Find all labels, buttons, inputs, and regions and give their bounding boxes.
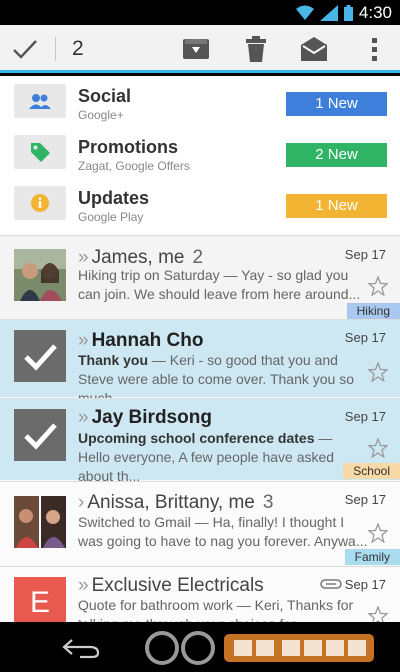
navigation-bar	[0, 622, 400, 672]
category-title: Promotions	[78, 137, 179, 157]
sender-line: › Anissa, Brittany, me 3	[78, 492, 273, 514]
category-title: Social	[78, 86, 132, 106]
email-subject: Hiking trip on Saturday	[78, 267, 220, 283]
important-marker-icon: ›	[78, 492, 85, 513]
tag-icon	[14, 135, 66, 169]
sender-name: James, me	[91, 247, 185, 268]
label-tag: Hiking	[346, 303, 400, 319]
star-icon[interactable]	[368, 523, 388, 543]
avatar[interactable]	[14, 249, 66, 301]
category-subtitle: Google Play	[78, 210, 144, 224]
conversation-row[interactable]: › Anissa, Brittany, me 3 Sep 17 Switched t…	[0, 481, 400, 565]
sender-line: » Hannah Cho	[78, 330, 203, 352]
email-snippet: Upcoming school conference dates — Hello…	[78, 429, 368, 486]
email-subject: Thank you	[78, 352, 149, 368]
sender-name: Hannah Cho	[91, 330, 204, 351]
overflow-menu-icon[interactable]	[359, 35, 389, 63]
star-icon[interactable]	[368, 362, 388, 382]
initial-avatar[interactable]: E	[14, 577, 66, 622]
category-list: Social Google+ 1 New Promotions Zagat, G…	[0, 76, 400, 235]
message-count: 2	[192, 247, 204, 268]
sender-name: Anissa, Brittany, me	[87, 492, 255, 513]
email-snippet: Switched to Gmail — Ha, finally! I thoug…	[78, 513, 368, 551]
star-icon[interactable]	[368, 606, 388, 622]
email-subject: Switched to Gmail	[78, 514, 191, 530]
email-snippet: Hiking trip on Saturday — Yay - so glad …	[78, 266, 368, 304]
important-marker-icon: »	[78, 575, 89, 596]
category-social[interactable]: Social Google+ 1 New	[0, 76, 400, 126]
conversation-row[interactable]: » Jay Birdsong Sep 17 Upcoming school con…	[0, 398, 400, 484]
attachment-icon	[320, 579, 342, 589]
conversation-row[interactable]: » Hannah Cho Sep 17 Thank you — Keri - so…	[0, 319, 400, 406]
wifi-icon	[295, 5, 314, 20]
email-date: Sep 17	[344, 577, 386, 592]
category-promotions[interactable]: Promotions Zagat, Google Offers 2 New	[0, 127, 400, 177]
new-badge: 2 New	[286, 143, 387, 167]
label-tag: School	[343, 463, 400, 479]
avatar[interactable]	[14, 496, 66, 548]
social-icon	[14, 84, 66, 118]
important-marker-icon: »	[78, 247, 89, 268]
action-bar-divider	[55, 37, 56, 61]
selected-count: 2	[72, 37, 84, 60]
email-date: Sep 17	[344, 409, 386, 424]
new-badge: 1 New	[286, 92, 387, 116]
conversation-row[interactable]: » James, me 2 Sep 17 Hiking trip on Saturd…	[0, 235, 400, 319]
mark-unread-icon[interactable]	[299, 35, 329, 63]
label-tag: Family	[344, 549, 400, 565]
signal-icon	[319, 5, 338, 21]
sender-line: » Exclusive Electricals	[78, 575, 264, 597]
category-updates[interactable]: Updates Google Play 1 New	[0, 178, 400, 228]
sender-line: » Jay Birdsong	[78, 407, 212, 429]
conversation-list: » James, me 2 Sep 17 Hiking trip on Saturd…	[0, 235, 400, 622]
sender-name: Jay Birdsong	[91, 407, 212, 428]
email-date: Sep 17	[344, 247, 386, 262]
email-date: Sep 17	[344, 492, 386, 507]
archive-icon[interactable]	[181, 35, 211, 63]
email-snippet: Quote for bathroom work — Keri, Thanks f…	[78, 596, 368, 622]
category-subtitle: Zagat, Google Offers	[78, 159, 190, 173]
email-subject: Quote for bathroom work	[78, 597, 233, 613]
important-marker-icon: »	[78, 330, 89, 351]
watermark-logo	[145, 631, 374, 665]
done-check-icon[interactable]	[10, 35, 40, 63]
important-marker-icon: »	[78, 407, 89, 428]
email-subject: Upcoming school conference dates	[78, 430, 315, 446]
selected-check-icon[interactable]	[14, 409, 66, 461]
back-icon[interactable]	[58, 637, 102, 659]
category-title: Updates	[78, 188, 150, 208]
star-icon[interactable]	[368, 276, 388, 296]
delete-icon[interactable]	[241, 35, 271, 63]
new-badge: 1 New	[286, 194, 387, 218]
conversation-row[interactable]: E » Exclusive Electricals Sep 17 Quote fo…	[0, 566, 400, 622]
email-date: Sep 17	[344, 330, 386, 345]
battery-icon	[343, 5, 353, 21]
action-bar: 2	[0, 25, 400, 73]
category-subtitle: Google+	[78, 108, 124, 122]
status-bar: 4:30	[0, 0, 400, 25]
star-icon[interactable]	[368, 438, 388, 458]
sender-name: Exclusive Electricals	[91, 575, 264, 596]
selected-check-icon[interactable]	[14, 330, 66, 382]
info-icon	[14, 186, 66, 220]
status-time: 4:30	[358, 3, 392, 22]
message-count: 3	[262, 492, 274, 513]
